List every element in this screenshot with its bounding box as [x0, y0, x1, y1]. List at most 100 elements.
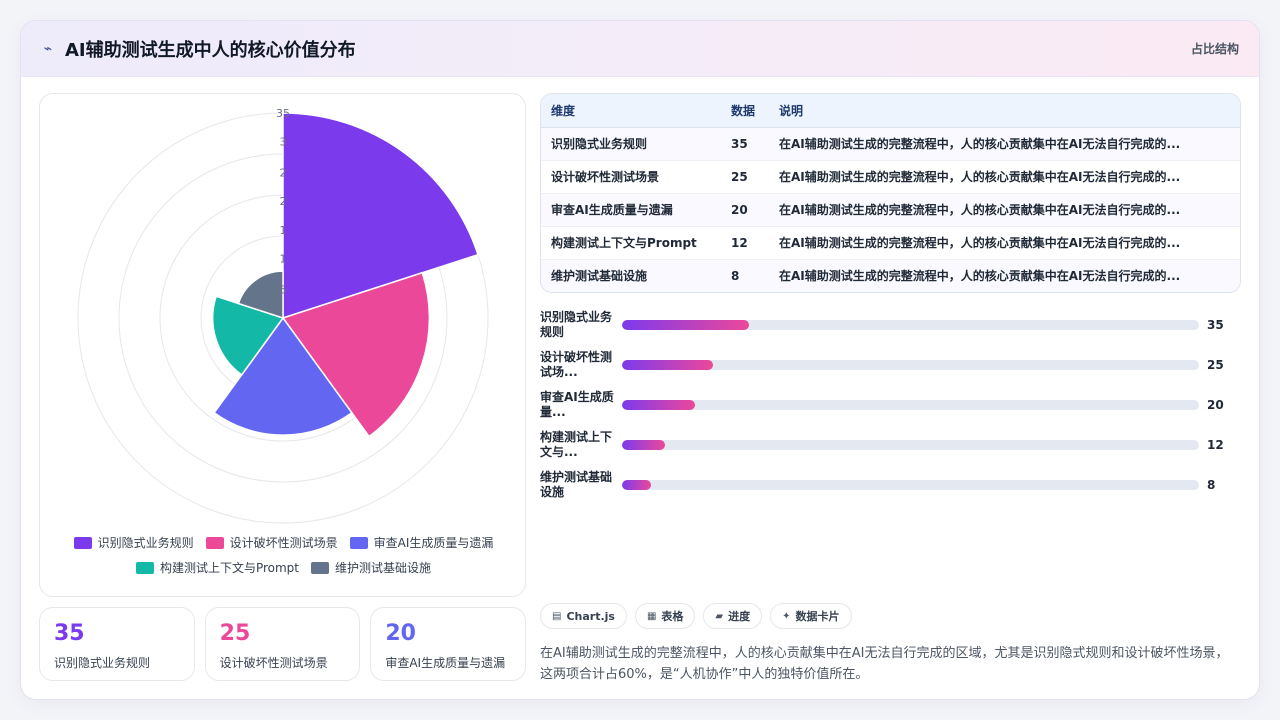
table-cell-description: 在AI辅助测试生成的完整流程中，人的核心贡献集中在AI无法自行完成的...: [769, 259, 1240, 292]
table-cell-dimension: 维护测试基础设施: [541, 259, 721, 292]
legend-swatch: [205, 536, 224, 549]
feature-chips: ▤ Chart.js ▦ 表格 ▰ 进度 ✦ 数据卡片: [540, 603, 852, 629]
radial-tick-label: 35: [276, 107, 290, 120]
legend-label: 设计破坏性测试场景: [229, 536, 338, 550]
chip-label: 数据卡片: [795, 610, 840, 623]
stat-label: 审查AI生成质量与遗漏: [385, 656, 506, 670]
table-cell-description: 在AI辅助测试生成的完整流程中，人的核心贡献集中在AI无法自行完成的...: [769, 127, 1240, 161]
stat-label: 识别隐式业务规则: [54, 656, 151, 670]
legend-item[interactable]: 审查AI生成质量与遗漏: [349, 534, 494, 551]
radial-tick-label: 3: [280, 136, 287, 149]
progress-track: [622, 400, 1199, 410]
polar-area-chart: 35 3 2 2 1 1 5: [77, 107, 489, 524]
stat-card: 25 设计破坏性测试场景: [204, 607, 361, 681]
table-row: 识别隐式业务规则 35 在AI辅助测试生成的完整流程中，人的核心贡献集中在AI无法自…: [541, 127, 1240, 161]
stat-card: 35 识别隐式业务规则: [39, 607, 195, 681]
table-cell-description: 在AI辅助测试生成的完整流程中，人的核心贡献集中在AI无法自行完成的...: [769, 226, 1240, 260]
stat-value: 25: [219, 621, 251, 646]
progress-value: 12: [1207, 438, 1224, 452]
radial-tick-label: 2: [280, 195, 287, 208]
table-cell-data: 12: [721, 226, 769, 260]
progress-label: 维护测试基础设施: [540, 470, 613, 499]
progress-row: 审查AI生成质量... 20: [540, 385, 1241, 425]
stat-card: 20 审查AI生成质量与遗漏: [370, 607, 527, 681]
radial-tick-label: 2: [280, 166, 287, 179]
legend-swatch: [349, 536, 368, 549]
legend-item[interactable]: 构建测试上下文与Prompt: [135, 559, 299, 576]
legend-label: 识别隐式业务规则: [97, 536, 194, 550]
table-header-dimension: 维度: [541, 94, 721, 128]
main-card: ⌁ AI辅助测试生成中人的核心价值分布 占比结构 35 3 2 2 1 1 5 识别隐式业务…: [20, 20, 1260, 700]
progress-value: 35: [1207, 318, 1224, 332]
legend-item[interactable]: 识别隐式业务规则: [73, 534, 194, 551]
chart-legend: 识别隐式业务规则 设计破坏性测试场景 审查AI生成质量与遗漏构建测试上下文与Prom…: [40, 534, 527, 576]
table-cell-data: 8: [721, 259, 769, 292]
progress-row: 构建测试上下文与... 12: [540, 425, 1241, 465]
stat-value: 35: [54, 621, 85, 646]
progress-row: 识别隐式业务规则 35: [540, 305, 1241, 345]
table-cell-data: 35: [721, 127, 769, 161]
table-cell-data: 25: [721, 160, 769, 194]
progress-fill: [622, 440, 666, 450]
table-row: 设计破坏性测试场景 25 在AI辅助测试生成的完整流程中，人的核心贡献集中在AI无法…: [541, 160, 1240, 194]
table-row: 构建测试上下文与Prompt 12 在AI辅助测试生成的完整流程中，人的核心贡献集中…: [541, 226, 1240, 260]
stat-cards: 35 识别隐式业务规则 25 设计破坏性测试场景 20 审查AI生成质量与遗漏: [39, 607, 527, 681]
table-header-row: 维度 数据 说明: [541, 94, 1240, 128]
progress-value: 25: [1207, 358, 1224, 372]
legend-label: 审查AI生成质量与遗漏: [373, 536, 494, 550]
legend-item[interactable]: 设计破坏性测试场景: [205, 534, 338, 551]
header-title-group: ⌁ AI辅助测试生成中人的核心价值分布: [41, 36, 356, 62]
radial-tick-label: 1: [280, 224, 287, 237]
radial-tick-label: 1: [280, 253, 287, 266]
progress-value: 8: [1207, 478, 1216, 492]
progress-label: 审查AI生成质量...: [540, 390, 614, 419]
progress-value: 20: [1207, 398, 1224, 412]
progress-row: 维护测试基础设施 8: [540, 465, 1241, 505]
legend-swatch: [73, 536, 92, 549]
progress-fill: [622, 360, 713, 370]
progress-bar-list: 识别隐式业务规则 35 设计破坏性测试场... 25 审查AI生成质量... 20 构建测试…: [540, 305, 1241, 505]
legend-label: 维护测试基础设施: [335, 561, 432, 575]
card-header: ⌁ AI辅助测试生成中人的核心价值分布 占比结构: [21, 21, 1259, 77]
chip-chart[interactable]: ▤ Chart.js: [540, 603, 627, 629]
table-cell-description: 在AI辅助测试生成的完整流程中，人的核心贡献集中在AI无法自行完成的...: [769, 193, 1240, 227]
structure-tag: 占比结构: [1190, 42, 1239, 56]
stat-label: 设计破坏性测试场景: [219, 656, 328, 670]
legend-item[interactable]: 维护测试基础设施: [311, 559, 431, 576]
legend-swatch: [311, 561, 330, 574]
progress-track: [622, 360, 1199, 370]
table-cell-dimension: 设计破坏性测试场景: [541, 160, 721, 194]
table-cell-dimension: 识别隐式业务规则: [541, 127, 721, 161]
progress-fill: [622, 400, 695, 410]
table-cell-description: 在AI辅助测试生成的完整流程中，人的核心贡献集中在AI无法自行完成的...: [769, 160, 1240, 194]
legend-swatch: [135, 561, 154, 574]
data-table: 维度 数据 说明 识别隐式业务规则 35 在AI辅助测试生成的完整流程中，人的核心贡…: [540, 93, 1241, 293]
chip-table[interactable]: ▦ 表格: [634, 603, 696, 629]
table-row: 审查AI生成质量与遗漏 20 在AI辅助测试生成的完整流程中，人的核心贡献集中在AI…: [541, 193, 1240, 227]
summary-text: 在AI辅助测试生成的完整流程中，人的核心贡献集中在AI无法自行完成的区域，尤其是…: [540, 646, 1229, 682]
progress-track: [622, 440, 1199, 450]
chip-sparkle[interactable]: ✦ 数据卡片: [770, 603, 852, 629]
progress-row: 设计破坏性测试场... 25: [540, 345, 1241, 385]
chart-icon: ▤: [552, 610, 562, 622]
stat-value: 20: [385, 621, 416, 646]
table-header-data: 数据: [721, 94, 769, 128]
chip-label: 表格: [661, 610, 684, 623]
table-cell-dimension: 构建测试上下文与Prompt: [541, 226, 721, 260]
chip-label: Chart.js: [566, 609, 615, 623]
progress-label: 设计破坏性测试场...: [540, 350, 613, 379]
sparkle-icon: ✦: [782, 610, 791, 622]
table-row: 维护测试基础设施 8 在AI辅助测试生成的完整流程中，人的核心贡献集中在AI无法自行…: [541, 259, 1240, 292]
table-header-description: 说明: [769, 94, 1240, 128]
card-body: 35 3 2 2 1 1 5 识别隐式业务规则 设计破坏性测试场景 审查AI生成质量与遗漏 构建测…: [21, 77, 1259, 699]
table-icon: ▦: [646, 610, 657, 622]
table-cell-dimension: 审查AI生成质量与遗漏: [541, 193, 721, 227]
progress-track: [622, 320, 1199, 330]
chip-progress[interactable]: ▰ 进度: [703, 603, 763, 629]
table-cell-data: 20: [721, 193, 769, 227]
polar-chart-panel: 35 3 2 2 1 1 5 识别隐式业务规则 设计破坏性测试场景 审查AI生成质量与遗漏构建测…: [39, 93, 526, 597]
progress-label: 构建测试上下文与...: [540, 430, 613, 459]
progress-track: [622, 480, 1199, 490]
radial-tick-label: 5: [280, 283, 287, 296]
page-title: AI辅助测试生成中人的核心价值分布: [65, 39, 356, 61]
